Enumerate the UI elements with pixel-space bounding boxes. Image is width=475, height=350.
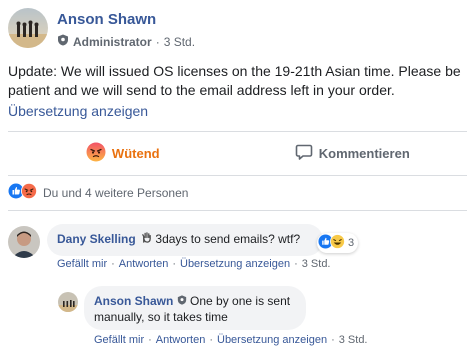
- laugh-icon: [330, 234, 345, 252]
- divider-comments: [8, 210, 467, 211]
- admin-badge-icon: [177, 294, 190, 308]
- comment-reactions-badge[interactable]: 3: [317, 233, 359, 253]
- reaction-icons: [8, 183, 37, 202]
- comment-reaction-count: 3: [348, 237, 355, 249]
- comment-timestamp[interactable]: 3 Std.: [302, 258, 331, 270]
- reply-translate-link[interactable]: Übersetzung anzeigen: [217, 334, 327, 346]
- reply-bubble: Anson Shawn One by one is sent manually,…: [84, 286, 306, 330]
- link-separator: ·: [331, 334, 335, 346]
- comment-reply-link[interactable]: Antworten: [119, 258, 169, 270]
- angry-icon: [21, 183, 37, 202]
- comment-like-link[interactable]: Gefällt mir: [57, 258, 107, 270]
- post-meta: Administrator · 3 Std.: [57, 34, 195, 49]
- reply-timestamp[interactable]: 3 Std.: [339, 334, 368, 346]
- react-button-label: Wütend: [111, 145, 160, 161]
- post-timestamp[interactable]: 3 Std.: [164, 35, 195, 49]
- comment-author-name[interactable]: Dany Skelling: [57, 232, 136, 246]
- divider-bottom: [8, 175, 467, 176]
- comment-icon: [295, 143, 313, 164]
- post-author-avatar[interactable]: [8, 8, 48, 48]
- reply-author-avatar[interactable]: [58, 292, 78, 312]
- reactions-summary-text: Du und 4 weitere Personen: [43, 185, 189, 200]
- post-author-name[interactable]: Anson Shawn: [57, 11, 156, 28]
- post-author-role: Administrator: [73, 34, 152, 49]
- comment-bubble: Dany Skelling 3days to send emails? wtf?: [47, 224, 323, 256]
- angry-icon: [86, 142, 106, 165]
- post-action-bar: Wütend Kommentieren: [8, 131, 467, 175]
- link-separator: ·: [111, 258, 115, 270]
- comment-actions: Gefällt mir · Antworten · Übersetzung an…: [57, 258, 331, 270]
- meta-separator: ·: [155, 34, 160, 49]
- admin-badge-icon: [57, 34, 69, 49]
- comment-text: 3days to send emails? wtf?: [155, 232, 301, 246]
- comment-translate-link[interactable]: Übersetzung anzeigen: [180, 258, 290, 270]
- reactions-summary[interactable]: Du und 4 weitere Personen: [8, 183, 188, 202]
- link-separator: ·: [294, 258, 298, 270]
- comment-button[interactable]: Kommentieren: [238, 131, 468, 175]
- post-translate-link[interactable]: Übersetzung anzeigen: [8, 103, 148, 119]
- link-separator: ·: [148, 334, 152, 346]
- react-button[interactable]: Wütend: [8, 131, 238, 175]
- reply-author-name[interactable]: Anson Shawn: [94, 294, 173, 308]
- link-separator: ·: [172, 258, 176, 270]
- reply-like-link[interactable]: Gefällt mir: [94, 334, 144, 346]
- commenter-avatar[interactable]: [8, 226, 40, 258]
- link-separator: ·: [209, 334, 213, 346]
- hand-icon: [141, 232, 155, 246]
- comment-button-label: Kommentieren: [318, 145, 410, 161]
- reply-actions: Gefällt mir · Antworten · Übersetzung an…: [94, 334, 368, 346]
- post-body: Update: We will issued OS licenses on th…: [8, 63, 461, 98]
- reply-reply-link[interactable]: Antworten: [156, 334, 206, 346]
